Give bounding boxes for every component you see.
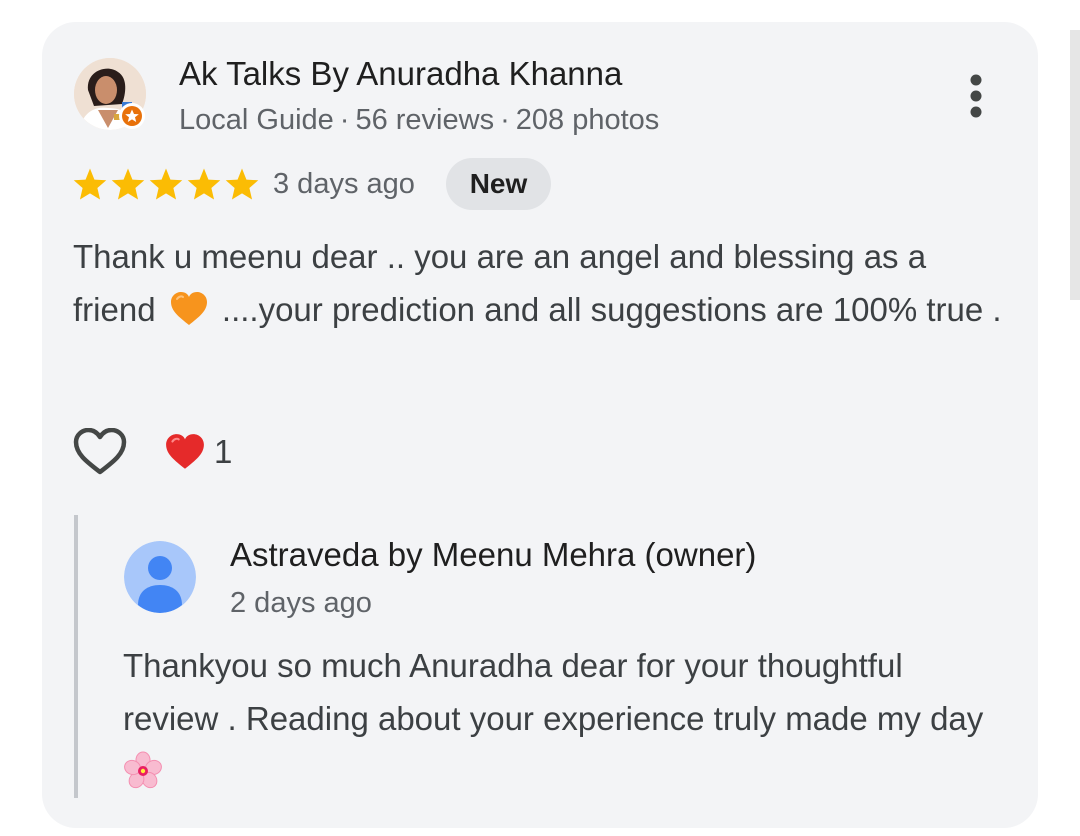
local-guide-label: Local Guide xyxy=(179,104,334,136)
review-card: Ak Talks By Anuradha Khanna Local Guide ·… xyxy=(42,22,1038,828)
more-vert-icon xyxy=(970,74,982,118)
more-options-button[interactable] xyxy=(954,68,998,124)
orange-heart-icon xyxy=(170,292,207,325)
new-badge: New xyxy=(446,158,551,210)
owner-reply-date: 2 days ago xyxy=(230,587,372,619)
star-icon xyxy=(149,168,183,200)
meta-separator: · xyxy=(339,104,350,136)
person-icon xyxy=(124,541,196,613)
reviewer-meta: Local Guide · 56 reviews · 208 photos xyxy=(179,102,659,138)
owner-reply: Astraveda by Meenu Mehra (owner) 2 days … xyxy=(74,515,1004,798)
review-date: 3 days ago xyxy=(273,168,415,200)
star-icon xyxy=(225,168,259,200)
like-button[interactable] xyxy=(72,424,128,480)
reviewer-avatar[interactable] xyxy=(74,58,146,130)
reviewer-name[interactable]: Ak Talks By Anuradha Khanna xyxy=(179,54,622,94)
cherry-blossom-icon xyxy=(124,751,162,789)
reviewer-photo xyxy=(74,58,146,130)
meta-separator: · xyxy=(500,104,510,136)
scrollbar[interactable] xyxy=(1070,30,1080,300)
star-icon xyxy=(187,168,221,200)
owner-avatar xyxy=(124,541,196,613)
heart-outline-icon xyxy=(73,428,127,475)
photo-count: 208 photos xyxy=(515,104,660,136)
star-icon xyxy=(111,168,145,200)
reaction-summary[interactable]: 1 xyxy=(164,431,232,473)
review-text: Thank u meenu dear .. you are an angel a… xyxy=(73,230,1013,336)
reaction-count: 1 xyxy=(214,433,233,470)
owner-reply-text: Thankyou so much Anuradha dear for your … xyxy=(123,639,1003,798)
red-heart-icon xyxy=(166,434,204,469)
owner-reply-body: Thankyou so much Anuradha dear for your … xyxy=(123,647,984,737)
star-icon xyxy=(73,168,107,200)
star-rating xyxy=(72,164,260,204)
review-count: 56 reviews xyxy=(355,104,495,136)
review-text-part2: ....your prediction and all suggestions … xyxy=(221,291,1002,328)
owner-name: Astraveda by Meenu Mehra (owner) xyxy=(230,536,757,573)
